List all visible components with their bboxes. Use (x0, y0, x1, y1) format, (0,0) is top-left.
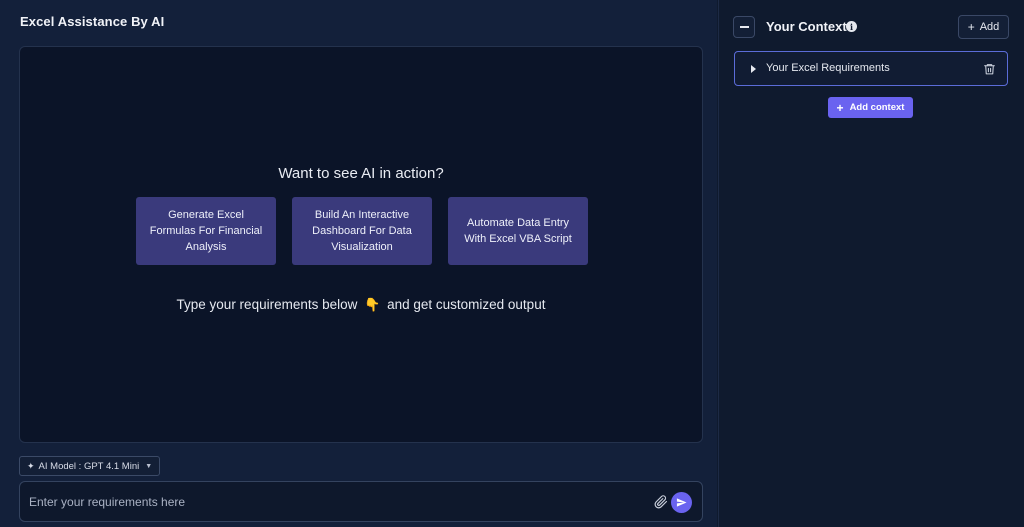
plus-icon: + (967, 20, 975, 34)
sparkle-icon: ✦ (27, 460, 35, 471)
ai-model-label: AI Model : GPT 4.1 Mini (38, 460, 140, 472)
prompt-card-label: Automate Data Entry With Excel VBA Scrip… (464, 217, 572, 245)
send-icon (676, 498, 687, 507)
info-icon[interactable]: i (846, 21, 857, 32)
add-button-label: Add (979, 21, 1000, 33)
app-window: Excel Assistance By AI Want to see AI in… (0, 0, 1024, 527)
prompt-card-label: Generate Excel Formulas For Financial An… (149, 209, 263, 253)
chevron-down-icon: ▼ (145, 462, 153, 470)
hero-subtitle-before: Type your requirements below (176, 297, 358, 312)
requirements-input-box (19, 481, 703, 522)
requirements-input[interactable] (29, 492, 629, 512)
add-context-button[interactable]: + Add context (828, 97, 913, 118)
page-title: Excel Assistance By AI (20, 14, 165, 29)
ai-model-selector[interactable]: ✦ AI Model : GPT 4.1 Mini ▼ (19, 456, 161, 476)
send-button[interactable] (671, 492, 692, 513)
context-panel: Your Context i + Add Your Excel Requirem… (718, 0, 1024, 527)
caret-right-icon[interactable] (751, 65, 756, 73)
hero-title: Want to see AI in action? (278, 165, 444, 182)
prompt-card-label: Build An Interactive Dashboard For Data … (312, 209, 412, 253)
paperclip-icon[interactable] (654, 494, 668, 510)
context-title: Your Context (766, 19, 847, 34)
context-item-label: Your Excel Requirements (766, 62, 890, 74)
trash-icon[interactable] (983, 62, 996, 76)
collapse-context-button[interactable] (733, 16, 755, 38)
minus-icon (739, 26, 749, 28)
hero-subtitle-after: and get customized output (387, 297, 546, 312)
context-item-excel-requirements[interactable]: Your Excel Requirements (734, 51, 1008, 86)
prompt-card-vba-automation[interactable]: Automate Data Entry With Excel VBA Scrip… (448, 197, 588, 265)
plus-icon: + (836, 100, 844, 115)
assistant-panel: Excel Assistance By AI Want to see AI in… (0, 0, 717, 527)
prompt-card-dashboard[interactable]: Build An Interactive Dashboard For Data … (292, 197, 432, 265)
pointing-down-hand-icon: 👇 (364, 297, 381, 312)
add-context-label: Add context (849, 102, 905, 113)
hero-subtitle: Type your requirements below 👇 and get c… (20, 297, 702, 313)
add-button[interactable]: + Add (958, 15, 1009, 39)
prompt-card-financial-formulas[interactable]: Generate Excel Formulas For Financial An… (136, 197, 276, 265)
chat-area: Want to see AI in action? Generate Excel… (19, 46, 703, 443)
prompt-suggestions: Generate Excel Formulas For Financial An… (136, 197, 588, 265)
